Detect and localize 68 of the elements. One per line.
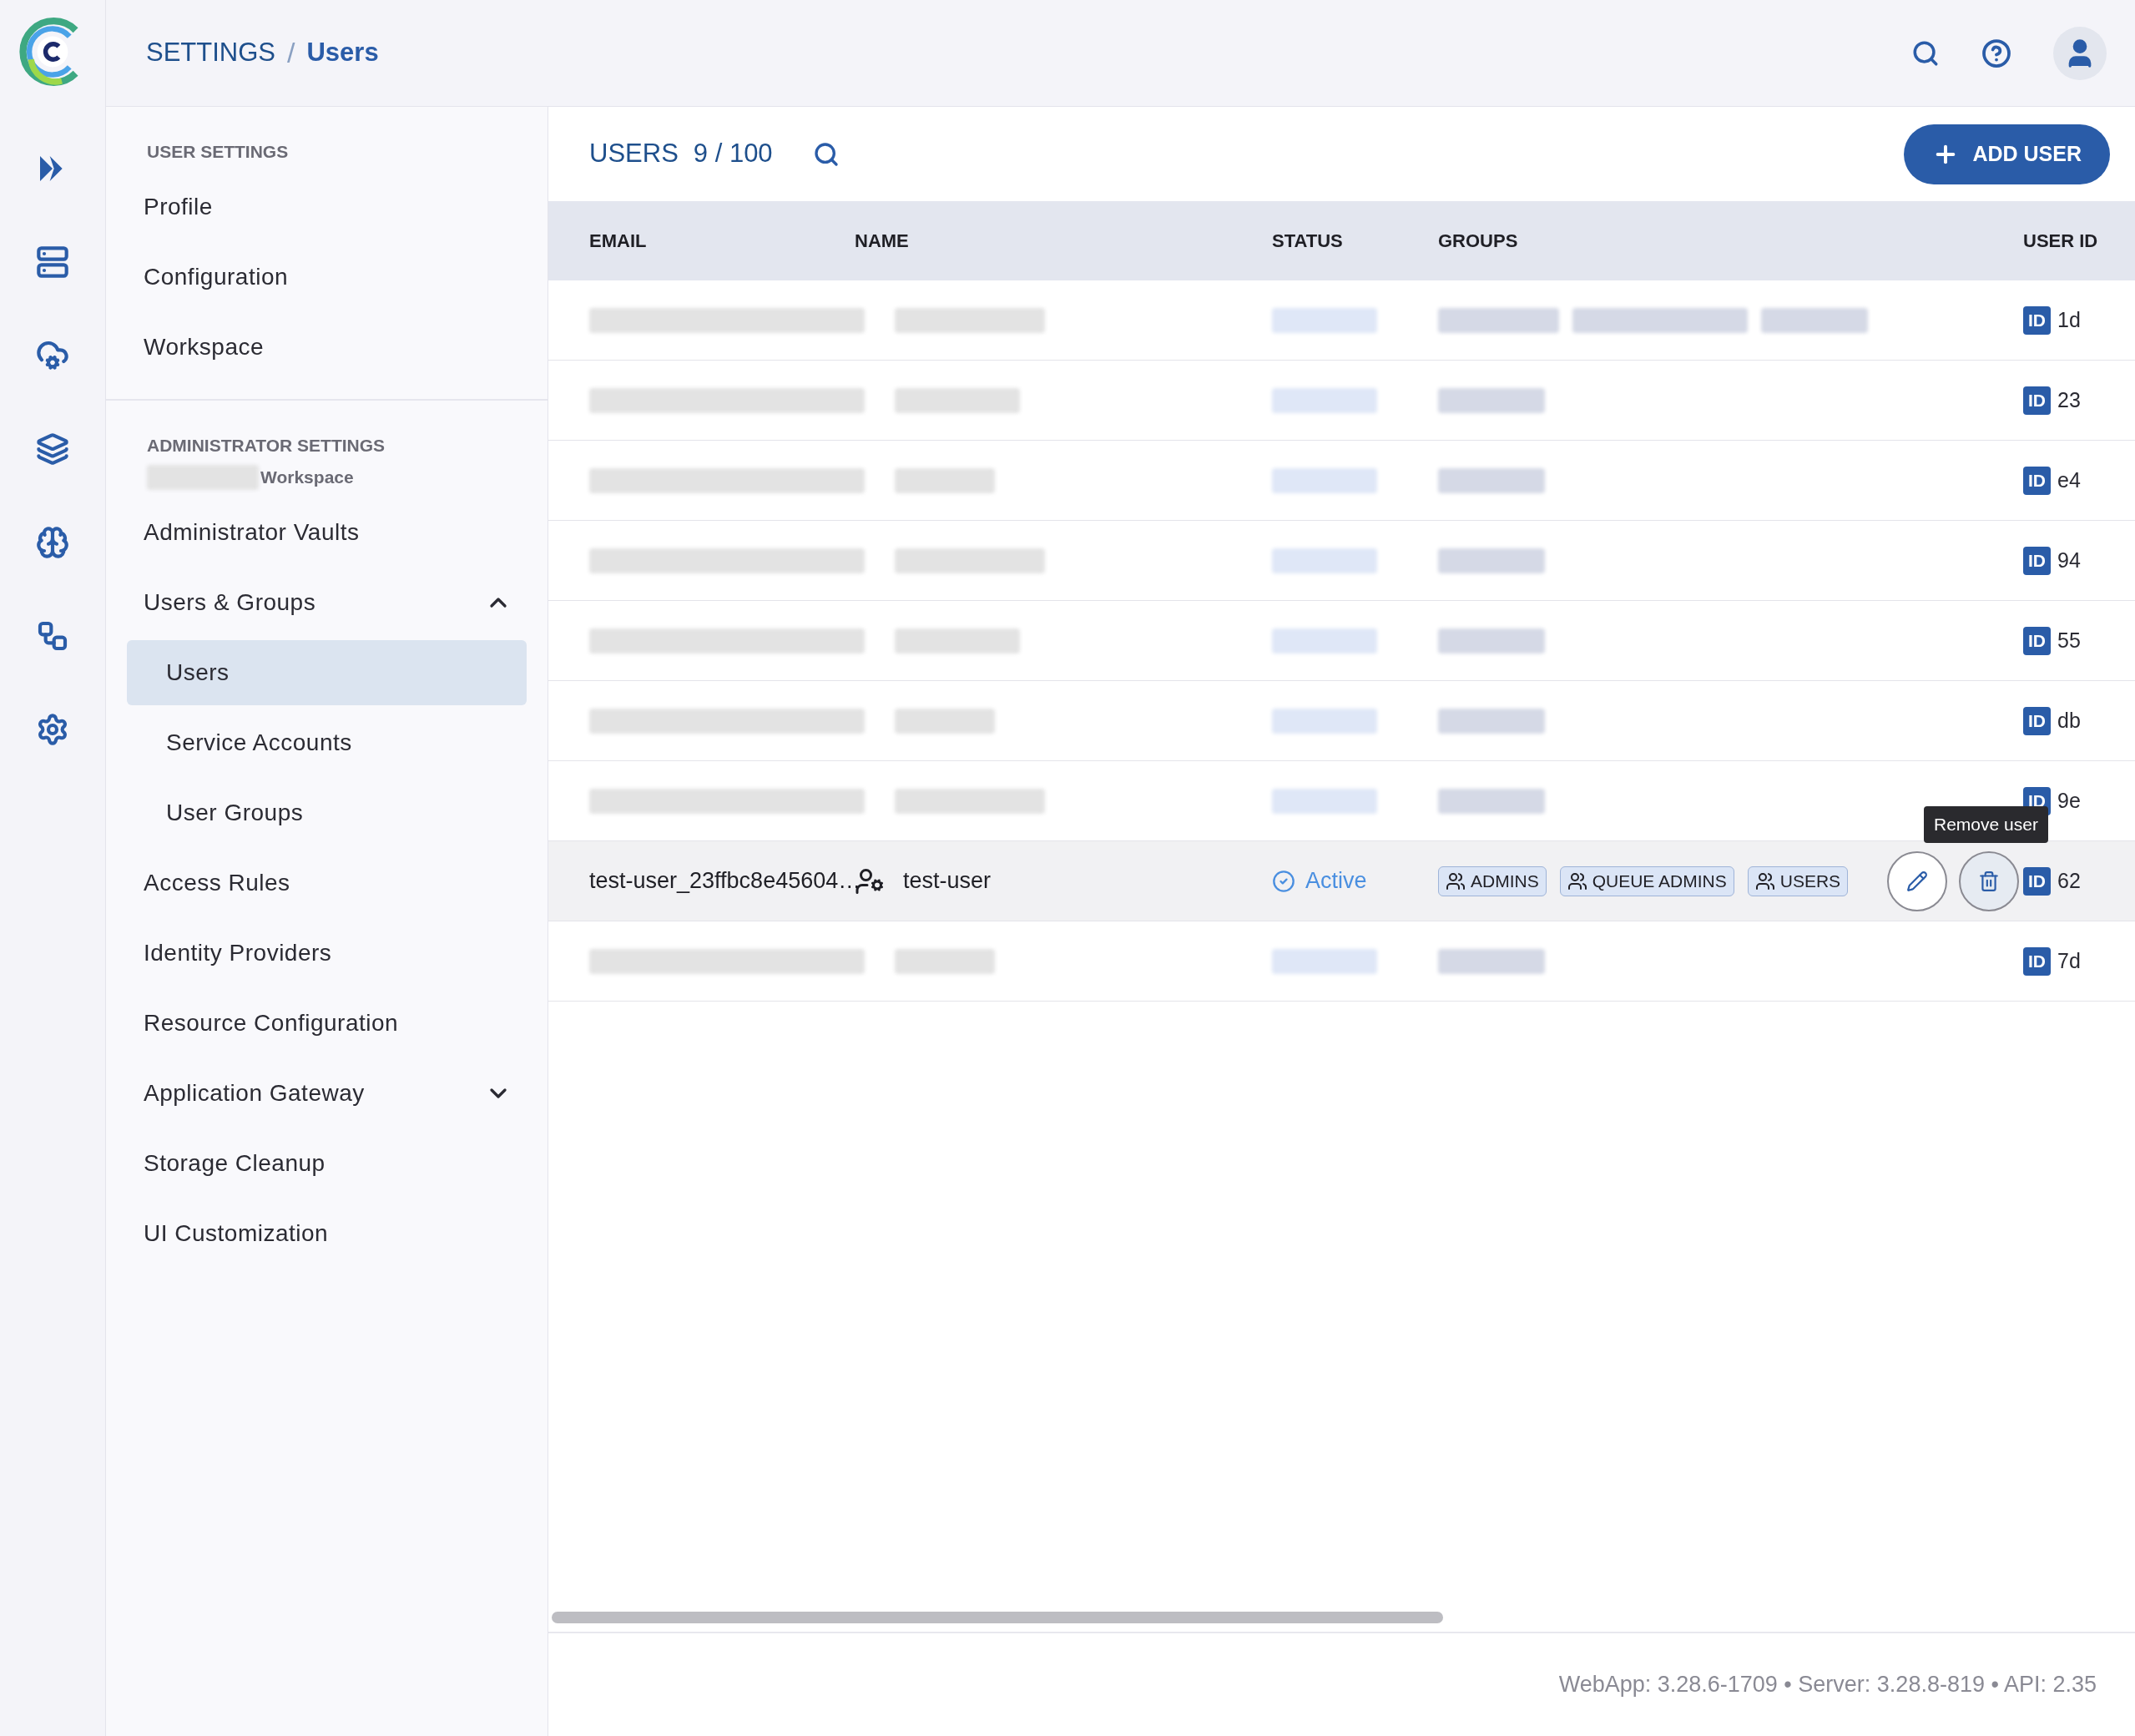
- nav-item[interactable]: UI Customization: [106, 1200, 548, 1266]
- workspace-name: Workspace: [260, 467, 354, 488]
- user-id: 23: [2057, 386, 2081, 413]
- nav-item[interactable]: Application Gateway: [106, 1060, 548, 1126]
- user-id: 55: [2057, 627, 2081, 654]
- id-badge: ID: [2023, 946, 2051, 976]
- tooltip: Remove user: [1924, 806, 2048, 843]
- id-badge: ID: [2023, 866, 2051, 896]
- help-icon[interactable]: [1981, 38, 2011, 68]
- nav-item[interactable]: Configuration: [106, 245, 548, 310]
- id-badge: ID: [2023, 706, 2051, 735]
- section-title: ADMINISTRATOR SETTINGS: [147, 435, 386, 457]
- section-title: USER SETTINGS: [147, 141, 289, 163]
- server-icon[interactable]: [36, 245, 69, 279]
- group-icon: [1567, 871, 1587, 891]
- scrollbar-thumb[interactable]: [552, 1612, 1443, 1623]
- column-header: STATUS: [1272, 230, 1343, 251]
- breadcrumb-separator: /: [287, 36, 295, 70]
- group-icon: [1446, 871, 1466, 891]
- check-circle-icon: [1272, 869, 1295, 893]
- id-badge: ID: [2023, 305, 2051, 335]
- column-header: EMAIL: [589, 230, 647, 251]
- user-name: test-user: [903, 867, 992, 896]
- user-id: 1d: [2057, 306, 2081, 333]
- column-header: NAME: [855, 230, 909, 251]
- breadcrumb-current: Users: [306, 37, 379, 69]
- user-count: 9 / 100: [693, 138, 773, 170]
- brain-icon[interactable]: [36, 526, 69, 559]
- nav-item[interactable]: Identity Providers: [106, 920, 548, 986]
- email-text: test-user_23ffbc8e45604…: [589, 868, 861, 894]
- user-id: e4: [2057, 467, 2081, 493]
- user-id: 62: [2057, 867, 2081, 894]
- user-id: db: [2057, 707, 2081, 734]
- nav-item[interactable]: Resource Configuration: [106, 990, 548, 1056]
- nav-item[interactable]: Users: [127, 639, 527, 705]
- nav-item[interactable]: Access Rules: [106, 850, 548, 916]
- id-badge: ID: [2023, 386, 2051, 415]
- user-id: 94: [2057, 547, 2081, 573]
- search-icon[interactable]: [812, 140, 840, 168]
- version-info: WebApp: 3.28.6-1709 • Server: 3.28.8-819 • API: 2.35: [1558, 1671, 2097, 1699]
- id-badge: ID: [2023, 466, 2051, 495]
- nav-item[interactable]: Users & Groups: [106, 569, 548, 635]
- column-header: USER ID: [2023, 230, 2098, 251]
- nav-item[interactable]: Workspace: [106, 315, 548, 380]
- group-chip: USERS: [1747, 865, 1849, 896]
- column-header: GROUPS: [1438, 230, 1518, 251]
- id-badge: ID: [2023, 546, 2051, 575]
- workflow-icon[interactable]: [36, 619, 69, 653]
- nav-item[interactable]: Administrator Vaults: [106, 499, 548, 565]
- nav-item[interactable]: Storage Cleanup: [106, 1130, 548, 1196]
- breadcrumb-link[interactable]: SETTINGS: [146, 33, 275, 73]
- user-id: 7d: [2057, 947, 2081, 974]
- add-user-button[interactable]: ADD USER: [1904, 124, 2110, 184]
- users-title: USERS: [589, 138, 679, 170]
- id-badge: ID: [2023, 626, 2051, 655]
- search-icon[interactable]: [1911, 38, 1940, 68]
- gear-icon[interactable]: [36, 713, 69, 746]
- status-text: Active: [1305, 867, 1367, 896]
- pencil-icon: [1906, 870, 1928, 892]
- group-chip: QUEUE ADMINS: [1559, 865, 1734, 896]
- cloud-gear-icon[interactable]: [36, 339, 69, 372]
- group-chip: ADMINS: [1438, 865, 1547, 896]
- nav-item[interactable]: Profile: [106, 174, 548, 240]
- nav-item[interactable]: Service Accounts: [127, 709, 527, 775]
- trash-icon: [1978, 870, 2000, 892]
- nav-item[interactable]: User Groups: [127, 780, 527, 845]
- group-icon: [1754, 871, 1775, 891]
- layers-icon[interactable]: [36, 432, 69, 466]
